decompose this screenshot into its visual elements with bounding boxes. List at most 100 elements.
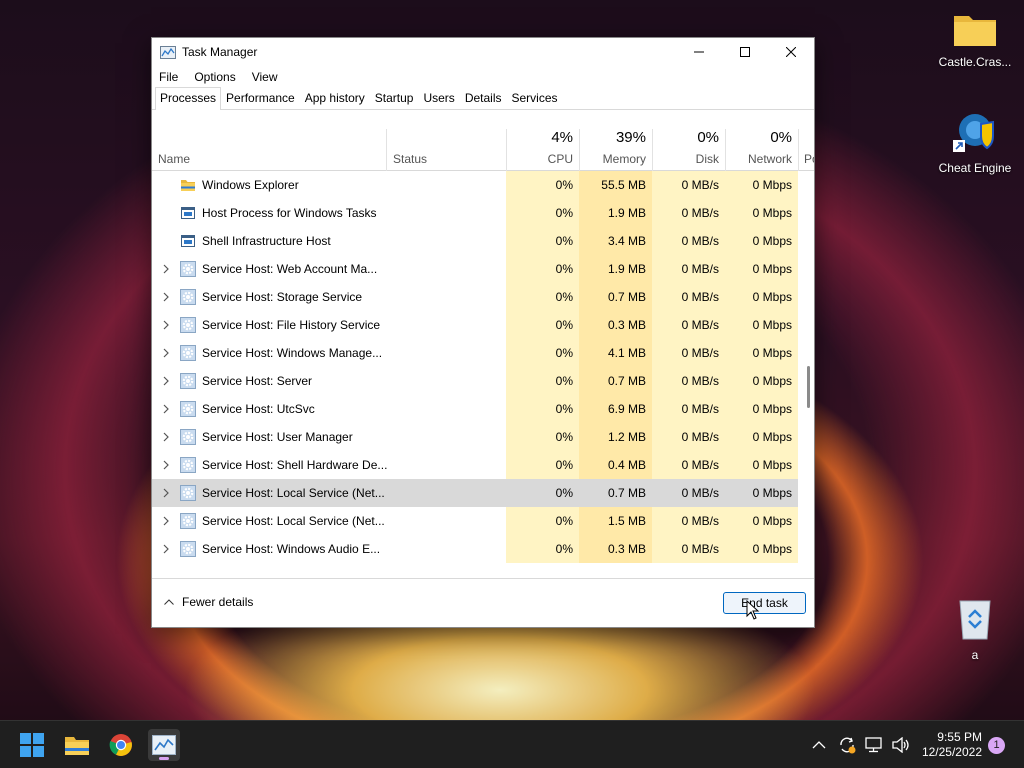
table-row[interactable]: Service Host: Windows Audio E... 0% 0.3 MB…	[152, 535, 798, 563]
cpu-cell: 0%	[506, 479, 579, 507]
gear-icon	[180, 401, 196, 417]
menu-file[interactable]: File	[159, 70, 178, 84]
taskbar-task-manager[interactable]	[148, 729, 180, 761]
network-cell: 0 Mbps	[725, 339, 798, 367]
close-button[interactable]	[768, 38, 814, 66]
memory-percent: 39%	[615, 129, 646, 146]
chrome-icon	[109, 734, 132, 756]
table-row[interactable]: Service Host: Windows Manage... 0% 4.1 MB 0…	[152, 339, 798, 367]
memory-cell: 0.3 MB	[579, 311, 652, 339]
menu-view[interactable]: View	[252, 70, 278, 84]
end-task-button[interactable]: End task	[723, 592, 806, 614]
taskbar-chrome[interactable]	[105, 729, 137, 761]
volume-icon[interactable]	[892, 737, 910, 753]
chevron-right-icon[interactable]	[160, 487, 172, 499]
desktop-icon-label: a	[971, 648, 979, 662]
network-cell: 0 Mbps	[725, 311, 798, 339]
chevron-right-icon[interactable]	[160, 403, 172, 415]
folder-icon	[954, 16, 996, 46]
disk-percent: 0%	[697, 129, 719, 146]
table-row[interactable]: Service Host: Local Service (Net... 0% 1.5…	[152, 507, 798, 535]
table-row[interactable]: Host Process for Windows Tasks 0% 1.9 MB 0 …	[152, 199, 798, 227]
table-row[interactable]: Service Host: User Manager 0% 1.2 MB 0 MB/s…	[152, 423, 798, 451]
desktop-icon-castle-crashers[interactable]: Castle.Cras...	[935, 10, 1015, 69]
disk-cell: 0 MB/s	[652, 255, 725, 283]
table-row[interactable]: Service Host: Server 0% 0.7 MB 0 MB/s 0 Mbps	[152, 367, 798, 395]
desktop-icon-recycle-bin[interactable]: a	[935, 597, 1015, 662]
cpu-cell: 0%	[506, 451, 579, 479]
update-icon[interactable]	[838, 736, 856, 754]
table-row[interactable]: Service Host: Storage Service 0% 0.7 MB 0 M…	[152, 283, 798, 311]
memory-cell: 0.4 MB	[579, 451, 652, 479]
gear-icon	[180, 289, 196, 305]
disk-cell: 0 MB/s	[652, 171, 725, 199]
column-cpu[interactable]: 4% CPU	[506, 129, 579, 171]
memory-cell: 0.7 MB	[579, 283, 652, 311]
column-status[interactable]: Status	[386, 129, 506, 171]
window-app-icon	[180, 205, 196, 221]
column-name-label: Name	[158, 152, 191, 166]
table-row[interactable]: Service Host: Local Service (Net... 0% 0.7…	[152, 479, 798, 507]
memory-cell: 4.1 MB	[579, 339, 652, 367]
network-cell: 0 Mbps	[725, 227, 798, 255]
memory-cell: 0.7 MB	[579, 367, 652, 395]
process-name: Service Host: Web Account Ma...	[202, 262, 378, 276]
start-button[interactable]	[16, 729, 48, 761]
taskbar-clock[interactable]: 9:55 PM 12/25/2022	[922, 730, 982, 760]
network-icon[interactable]	[865, 737, 883, 753]
tab-users[interactable]: Users	[418, 87, 459, 109]
vertical-scrollbar[interactable]	[807, 366, 810, 408]
fewer-details-button[interactable]: Fewer details	[164, 595, 253, 609]
cpu-cell: 0%	[506, 171, 579, 199]
table-row[interactable]: Service Host: Shell Hardware De... 0% 0.4 …	[152, 451, 798, 479]
chevron-right-icon[interactable]	[160, 347, 172, 359]
menu-options[interactable]: Options	[194, 70, 235, 84]
task-manager-icon	[160, 45, 176, 59]
column-network[interactable]: 0% Network	[725, 129, 798, 171]
chevron-up-icon	[164, 599, 174, 605]
table-row[interactable]: Service Host: File History Service 0% 0.3 …	[152, 311, 798, 339]
gear-icon	[180, 485, 196, 501]
chevron-right-icon[interactable]	[160, 291, 172, 303]
disk-cell: 0 MB/s	[652, 535, 725, 563]
column-name[interactable]: Name	[152, 129, 387, 171]
gear-icon	[180, 373, 196, 389]
chevron-up-icon[interactable]	[812, 740, 826, 750]
column-memory[interactable]: 39% Memory	[579, 129, 652, 171]
chevron-right-icon[interactable]	[160, 375, 172, 387]
minimize-button[interactable]	[676, 38, 722, 66]
tab-details[interactable]: Details	[460, 87, 507, 109]
column-power[interactable]: Po	[798, 129, 814, 171]
chevron-right-icon[interactable]	[160, 319, 172, 331]
chevron-right-icon[interactable]	[160, 263, 172, 275]
disk-cell: 0 MB/s	[652, 199, 725, 227]
gear-icon	[180, 457, 196, 473]
chevron-right-icon[interactable]	[160, 459, 172, 471]
tab-performance[interactable]: Performance	[221, 87, 300, 109]
tab-startup[interactable]: Startup	[370, 87, 419, 109]
column-disk[interactable]: 0% Disk	[652, 129, 725, 171]
notification-badge[interactable]: 1	[988, 737, 1005, 754]
table-row[interactable]: Windows Explorer 0% 55.5 MB 0 MB/s 0 Mbps	[152, 171, 798, 199]
chevron-right-icon[interactable]	[160, 543, 172, 555]
process-name: Service Host: Local Service (Net...	[202, 486, 385, 500]
table-row[interactable]: Service Host: Web Account Ma... 0% 1.9 MB 0…	[152, 255, 798, 283]
tab-processes[interactable]: Processes	[155, 87, 222, 110]
desktop-icon-cheat-engine[interactable]: Cheat Engine	[935, 108, 1015, 175]
footer: Fewer details End task	[152, 578, 814, 627]
table-row[interactable]: Service Host: UtcSvc 0% 6.9 MB 0 MB/s 0 Mbps	[152, 395, 798, 423]
title-bar[interactable]: Task Manager	[152, 38, 814, 66]
tab-services[interactable]: Services	[507, 87, 563, 109]
system-tray	[812, 721, 910, 768]
tab-app-history[interactable]: App history	[300, 87, 370, 109]
file-explorer-icon	[65, 737, 89, 755]
cpu-cell: 0%	[506, 367, 579, 395]
chevron-right-icon[interactable]	[160, 431, 172, 443]
chevron-right-icon[interactable]	[160, 515, 172, 527]
task-manager-icon	[152, 735, 176, 755]
taskbar-file-explorer[interactable]	[61, 729, 93, 761]
process-name: Windows Explorer	[202, 178, 299, 192]
maximize-button[interactable]	[722, 38, 768, 66]
table-row[interactable]: Shell Infrastructure Host 0% 3.4 MB 0 MB/s 0…	[152, 227, 798, 255]
gear-icon	[180, 541, 196, 557]
